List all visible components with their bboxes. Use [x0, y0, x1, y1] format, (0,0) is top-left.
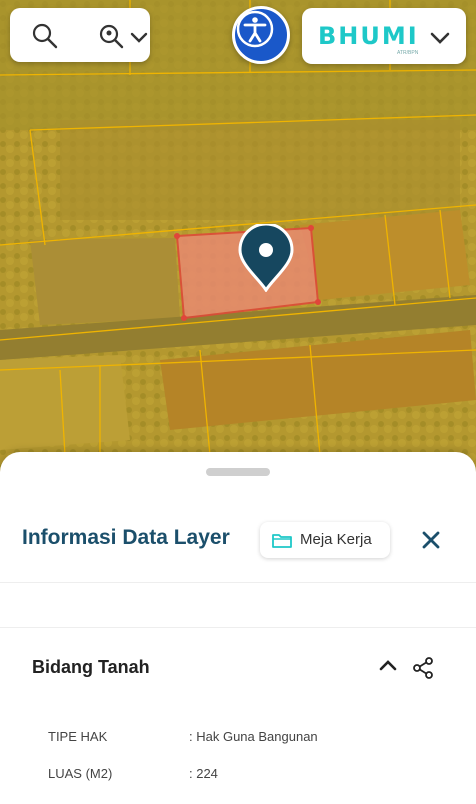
attribute-value: : Hak Guna Bangunan	[189, 729, 318, 744]
accessibility-icon	[236, 10, 274, 48]
divider	[0, 582, 476, 583]
accessibility-button[interactable]	[232, 6, 290, 64]
divider	[0, 627, 476, 628]
workspace-label: Meja Kerja	[300, 531, 372, 548]
close-icon[interactable]	[418, 527, 444, 553]
search-control	[10, 8, 150, 62]
folder-icon	[272, 532, 292, 553]
workspace-button[interactable]: Meja Kerja	[260, 522, 390, 558]
sheet-drag-handle[interactable]	[206, 468, 270, 476]
info-bottom-sheet: Informasi Data Layer Meja Kerja Bidang T…	[0, 452, 476, 804]
brand-switcher[interactable]: BHUMI ATR/BPN	[302, 8, 466, 64]
share-icon[interactable]	[412, 657, 434, 684]
attribute-label: TIPE HAK	[48, 729, 108, 744]
attribute-label: LUAS (M2)	[48, 766, 113, 781]
brand-logo: BHUMI	[318, 22, 419, 50]
brand-subtitle: ATR/BPN	[397, 50, 419, 56]
attribute-value: : 224	[189, 766, 218, 781]
map-view[interactable]: BHUMI ATR/BPN	[0, 0, 476, 480]
section-title: Bidang Tanah	[32, 657, 150, 677]
panel-title: Informasi Data Layer	[22, 526, 230, 549]
chevron-up-icon[interactable]	[378, 658, 398, 677]
